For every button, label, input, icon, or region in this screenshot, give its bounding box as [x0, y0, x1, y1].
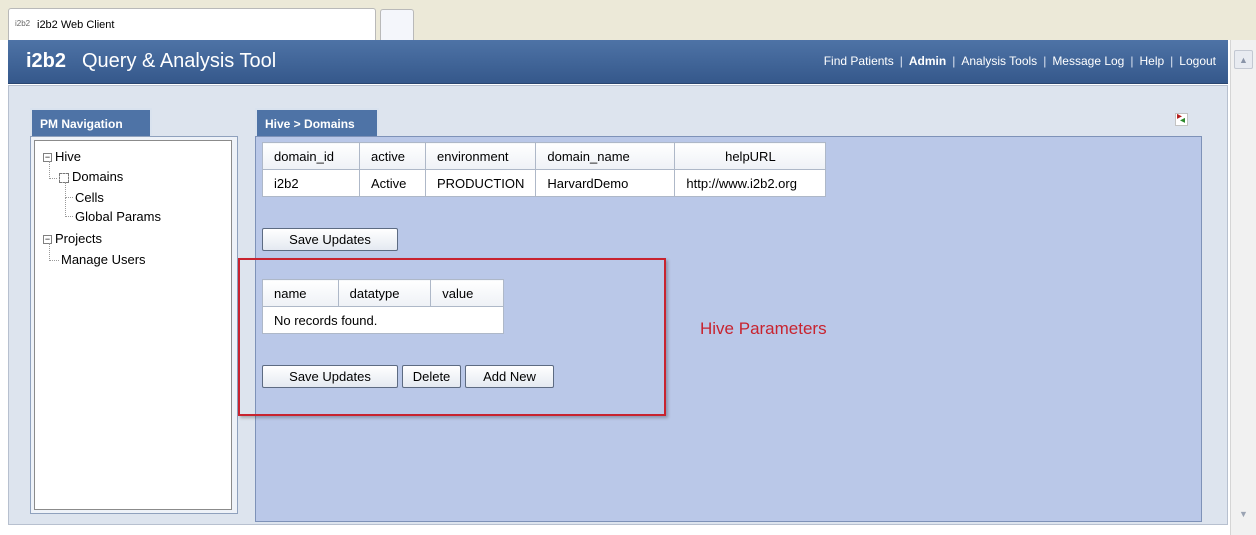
column-header-active[interactable]: active	[359, 142, 426, 170]
save-updates-button[interactable]: Save Updates	[262, 228, 398, 251]
nav-separator: |	[952, 54, 956, 68]
pm-navigation-tab[interactable]: PM Navigation	[30, 108, 152, 136]
pm-navigation-tree: − Hive Domains Cells Global Params − Proje…	[34, 140, 232, 510]
app-header: i2b2 Query & Analysis Tool Find Patients…	[8, 40, 1228, 84]
refresh-icon[interactable]	[1175, 111, 1188, 126]
tree-label-projects: Projects	[55, 231, 102, 246]
top-navigation: Find Patients | Admin | Analysis Tools | Messa…	[824, 54, 1216, 68]
vertical-scrollbar[interactable]: ▲ ▼	[1230, 40, 1256, 535]
nav-separator: |	[1130, 54, 1134, 68]
app-root: i2b2 i2b2 Web Client i2b2 Query & Analys…	[0, 0, 1256, 535]
new-tab-button[interactable]	[380, 9, 414, 40]
column-header-domain-id[interactable]: domain_id	[262, 142, 360, 170]
cell-environment[interactable]: PRODUCTION	[424, 169, 537, 197]
app-title: Query & Analysis Tool	[82, 50, 277, 72]
tree-connector	[49, 243, 59, 261]
cell-help-url[interactable]: http://www.i2b2.org	[674, 169, 827, 197]
scroll-down-arrow-icon[interactable]: ▼	[1234, 505, 1253, 524]
domains-table: domain_id active environment domain_name…	[262, 142, 827, 197]
i2b2-favicon-icon: i2b2	[15, 19, 31, 28]
tree-item-manage-users[interactable]: Manage Users	[61, 252, 146, 267]
table-row[interactable]: i2b2 Active PRODUCTION HarvardDemo http:…	[262, 169, 827, 197]
nav-message-log[interactable]: Message Log	[1052, 54, 1124, 68]
nav-analysis-tools[interactable]: Analysis Tools	[961, 54, 1037, 68]
cell-domain-id[interactable]: i2b2	[262, 169, 360, 197]
column-header-help-url[interactable]: helpURL	[674, 142, 827, 170]
tree-item-global-params[interactable]: Global Params	[75, 209, 161, 224]
tree-label-hive: Hive	[55, 149, 82, 164]
nav-separator: |	[1043, 54, 1047, 68]
browser-tab[interactable]: i2b2 i2b2 Web Client	[8, 8, 376, 40]
table-header-row: domain_id active environment domain_name…	[262, 142, 827, 170]
tree-label-domains: Domains	[72, 169, 124, 184]
cell-domain-name[interactable]: HarvardDemo	[535, 169, 676, 197]
browser-tab-title: i2b2 Web Client	[37, 19, 115, 31]
tree-connector	[65, 198, 73, 217]
column-header-domain-name[interactable]: domain_name	[535, 142, 676, 170]
nav-find-patients[interactable]: Find Patients	[824, 54, 894, 68]
hive-domains-tab[interactable]: Hive > Domains	[255, 108, 379, 136]
app-logo: i2b2	[26, 50, 67, 72]
nav-admin[interactable]: Admin	[909, 54, 946, 68]
hive-parameters-annotation: Hive Parameters	[700, 319, 827, 338]
hive-parameters-highlight	[238, 258, 666, 416]
nav-separator: |	[899, 54, 903, 68]
cell-active[interactable]: Active	[359, 169, 426, 197]
column-header-environment[interactable]: environment	[424, 142, 537, 170]
tree-connector	[49, 161, 57, 179]
tree-connector	[65, 182, 73, 198]
scroll-up-arrow-icon[interactable]: ▲	[1234, 50, 1253, 69]
nav-help[interactable]: Help	[1139, 54, 1164, 68]
tree-item-cells[interactable]: Cells	[75, 190, 104, 205]
nav-logout[interactable]: Logout	[1179, 54, 1216, 68]
nav-separator: |	[1170, 54, 1174, 68]
browser-tab-strip: i2b2 i2b2 Web Client	[0, 0, 1256, 40]
